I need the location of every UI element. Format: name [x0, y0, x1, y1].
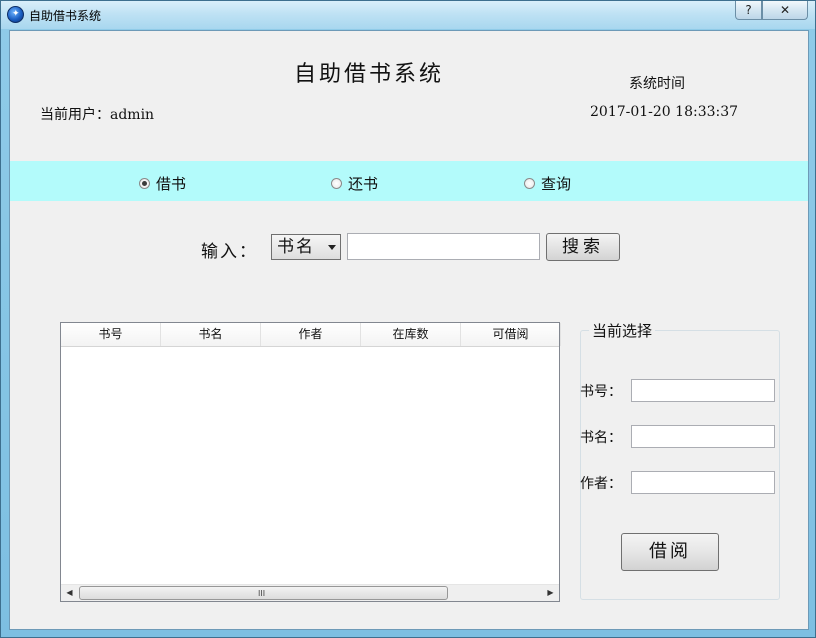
radio-borrow-label: 借书 — [156, 175, 187, 193]
title-bar[interactable]: ✦ 自助借书系统 ? ✕ — [1, 1, 815, 29]
radio-unselected-icon — [331, 178, 342, 189]
client-area: 自助借书系统 系统时间 当前用户：admin 2017-01-20 18:33:… — [9, 30, 809, 630]
window-controls: ? ✕ — [735, 1, 808, 20]
column-header-author[interactable]: 作者 — [261, 323, 361, 346]
scroll-right-icon[interactable]: ▶ — [542, 585, 559, 601]
search-label: 输入： — [201, 242, 258, 262]
radio-unselected-icon — [524, 178, 535, 189]
search-field-select[interactable]: 书名 — [271, 234, 341, 260]
search-field-value: 书名 — [277, 237, 315, 257]
book-name-label: 书名： — [580, 430, 622, 446]
author-label: 作者： — [580, 476, 622, 492]
column-header-book-id[interactable]: 书号 — [61, 323, 161, 346]
search-input[interactable] — [347, 233, 540, 260]
app-icon: ✦ — [7, 6, 24, 23]
radio-query[interactable]: 查询 — [524, 173, 571, 194]
column-header-book-name[interactable]: 书名 — [161, 323, 261, 346]
page-title: 自助借书系统 — [294, 62, 445, 87]
table-header: 书号 书名 作者 在库数 可借阅 — [61, 323, 561, 347]
close-button[interactable]: ✕ — [762, 1, 808, 20]
book-id-label: 书号： — [580, 384, 622, 400]
radio-selected-icon — [139, 178, 150, 189]
borrow-button[interactable]: 借阅 — [621, 533, 719, 571]
radio-return[interactable]: 还书 — [331, 173, 378, 194]
radio-return-label: 还书 — [348, 175, 379, 193]
scrollbar-thumb[interactable]: III — [79, 586, 448, 600]
book-name-field[interactable] — [631, 425, 775, 448]
horizontal-scrollbar[interactable]: ◀ III ▶ — [61, 584, 559, 601]
search-button[interactable]: 搜索 — [546, 233, 620, 261]
column-header-in-stock[interactable]: 在库数 — [361, 323, 461, 346]
window-title: 自助借书系统 — [29, 9, 102, 23]
author-field[interactable] — [631, 471, 775, 494]
radio-query-label: 查询 — [541, 175, 572, 193]
scrollbar-grip: III — [258, 589, 266, 598]
scroll-left-icon[interactable]: ◀ — [61, 585, 78, 601]
system-time-label: 系统时间 — [629, 76, 685, 92]
current-user-label: 当前用户：admin — [40, 107, 155, 123]
column-header-available[interactable]: 可借阅 — [461, 323, 561, 346]
book-id-field[interactable] — [631, 379, 775, 402]
app-window: ✦ 自助借书系统 ? ✕ 自助借书系统 系统时间 当前用户：admin 2017… — [0, 0, 816, 638]
book-table[interactable]: 书号 书名 作者 在库数 可借阅 ◀ III ▶ — [60, 322, 561, 602]
chevron-down-icon — [328, 245, 336, 250]
help-button[interactable]: ? — [735, 1, 762, 20]
selection-group-title: 当前选择 — [589, 320, 656, 341]
mode-bar: 借书 还书 查询 — [10, 161, 808, 201]
system-time-value: 2017-01-20 18:33:37 — [590, 104, 739, 120]
radio-borrow[interactable]: 借书 — [139, 173, 186, 194]
